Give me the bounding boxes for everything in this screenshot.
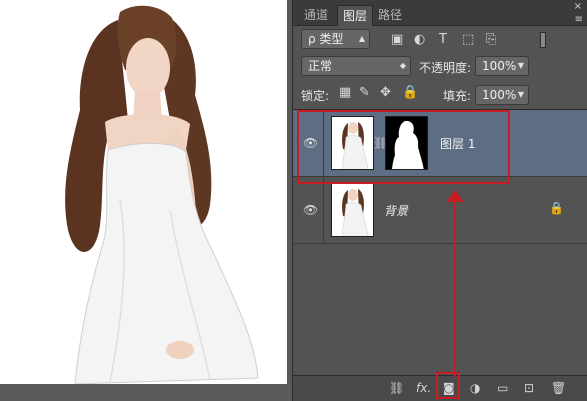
trash-icon[interactable]: 🗑: [551, 381, 566, 395]
type-filter-icon[interactable]: T: [439, 32, 447, 47]
layer-thumbnail[interactable]: [331, 183, 374, 237]
opacity-label: 不透明度:: [419, 61, 472, 75]
panel-tab-bar: 通道 图层 路径 × ≡: [293, 0, 587, 26]
tab-paths[interactable]: 路径: [373, 5, 407, 26]
fx-icon[interactable]: fx.: [416, 381, 431, 395]
photo-woman-white-dress: [65, 5, 259, 384]
filter-kind-label: ρ 类型: [308, 32, 344, 46]
panel-menu-icon[interactable]: ≡: [575, 14, 583, 25]
visibility-column: 👁: [293, 177, 324, 244]
fill-value: 100%: [482, 88, 517, 102]
filter-kind-select[interactable]: ρ 类型 ▲: [301, 29, 370, 49]
lock-icon: 🔒: [549, 201, 564, 215]
lock-all-icon[interactable]: 🔒: [402, 85, 418, 100]
document-canvas-area: [0, 0, 292, 401]
fill-field[interactable]: 100% ▼: [475, 85, 529, 105]
annotation-highlight-mask-button: [436, 372, 460, 399]
chevron-down-icon[interactable]: ▼: [518, 57, 524, 75]
blend-mode-value: 正常: [308, 59, 333, 73]
fill-label: 填充:: [443, 89, 472, 103]
document-canvas[interactable]: [0, 0, 287, 384]
layers-panel: 通道 图层 路径 × ≡ ρ 类型 ▲ ▣ ◐ T ⬚ ⎘ 正常 ◆ 不透明度:…: [292, 0, 587, 401]
adjustment-filter-icon[interactable]: ◐: [414, 32, 425, 47]
new-layer-icon[interactable]: ⊡: [524, 381, 534, 395]
link-layers-icon[interactable]: ⛓: [389, 381, 404, 395]
eye-icon[interactable]: 👁: [303, 203, 318, 217]
layer-name[interactable]: 背景: [384, 202, 408, 219]
blend-row: 正常 ◆ 不透明度: 100% ▼: [293, 56, 587, 78]
lock-row: 锁定: ▦ ✎ ✥ 🔒 填充: 100% ▼: [293, 84, 587, 106]
chevron-down-icon[interactable]: ▼: [518, 86, 524, 104]
filter-toggle-switch[interactable]: [540, 32, 546, 48]
shape-filter-icon[interactable]: ⬚: [462, 32, 474, 47]
lock-image-icon[interactable]: ✎: [359, 85, 370, 100]
annotation-arrow-line: [454, 198, 456, 377]
opacity-value: 100%: [482, 59, 517, 73]
layer-thumbnail-image: [341, 189, 369, 236]
layer-row-background[interactable]: 👁 背景 🔒: [293, 177, 587, 244]
chevron-updown-icon: ◆: [399, 61, 406, 70]
adjustment-layer-icon[interactable]: ◑: [470, 381, 480, 395]
image-filter-icon[interactable]: ▣: [391, 32, 403, 47]
lock-position-icon[interactable]: ✥: [380, 85, 391, 100]
smart-object-filter-icon[interactable]: ⎘: [486, 32, 496, 47]
opacity-field[interactable]: 100% ▼: [475, 56, 529, 76]
close-icon[interactable]: ×: [574, 1, 582, 12]
canvas-bottom-strip: [0, 384, 292, 401]
annotation-highlight-layer-1: [297, 110, 510, 184]
filter-row: ρ 类型 ▲ ▣ ◐ T ⬚ ⎘: [293, 29, 587, 51]
lock-transparent-icon[interactable]: ▦: [339, 85, 351, 100]
blend-mode-select[interactable]: 正常 ◆: [301, 56, 411, 76]
chevron-updown-icon: ▲: [358, 34, 365, 43]
tab-channels[interactable]: 通道: [299, 5, 333, 26]
group-folder-icon[interactable]: ▭: [497, 381, 508, 395]
tab-layers[interactable]: 图层: [337, 5, 374, 26]
lock-label: 锁定:: [301, 89, 330, 103]
